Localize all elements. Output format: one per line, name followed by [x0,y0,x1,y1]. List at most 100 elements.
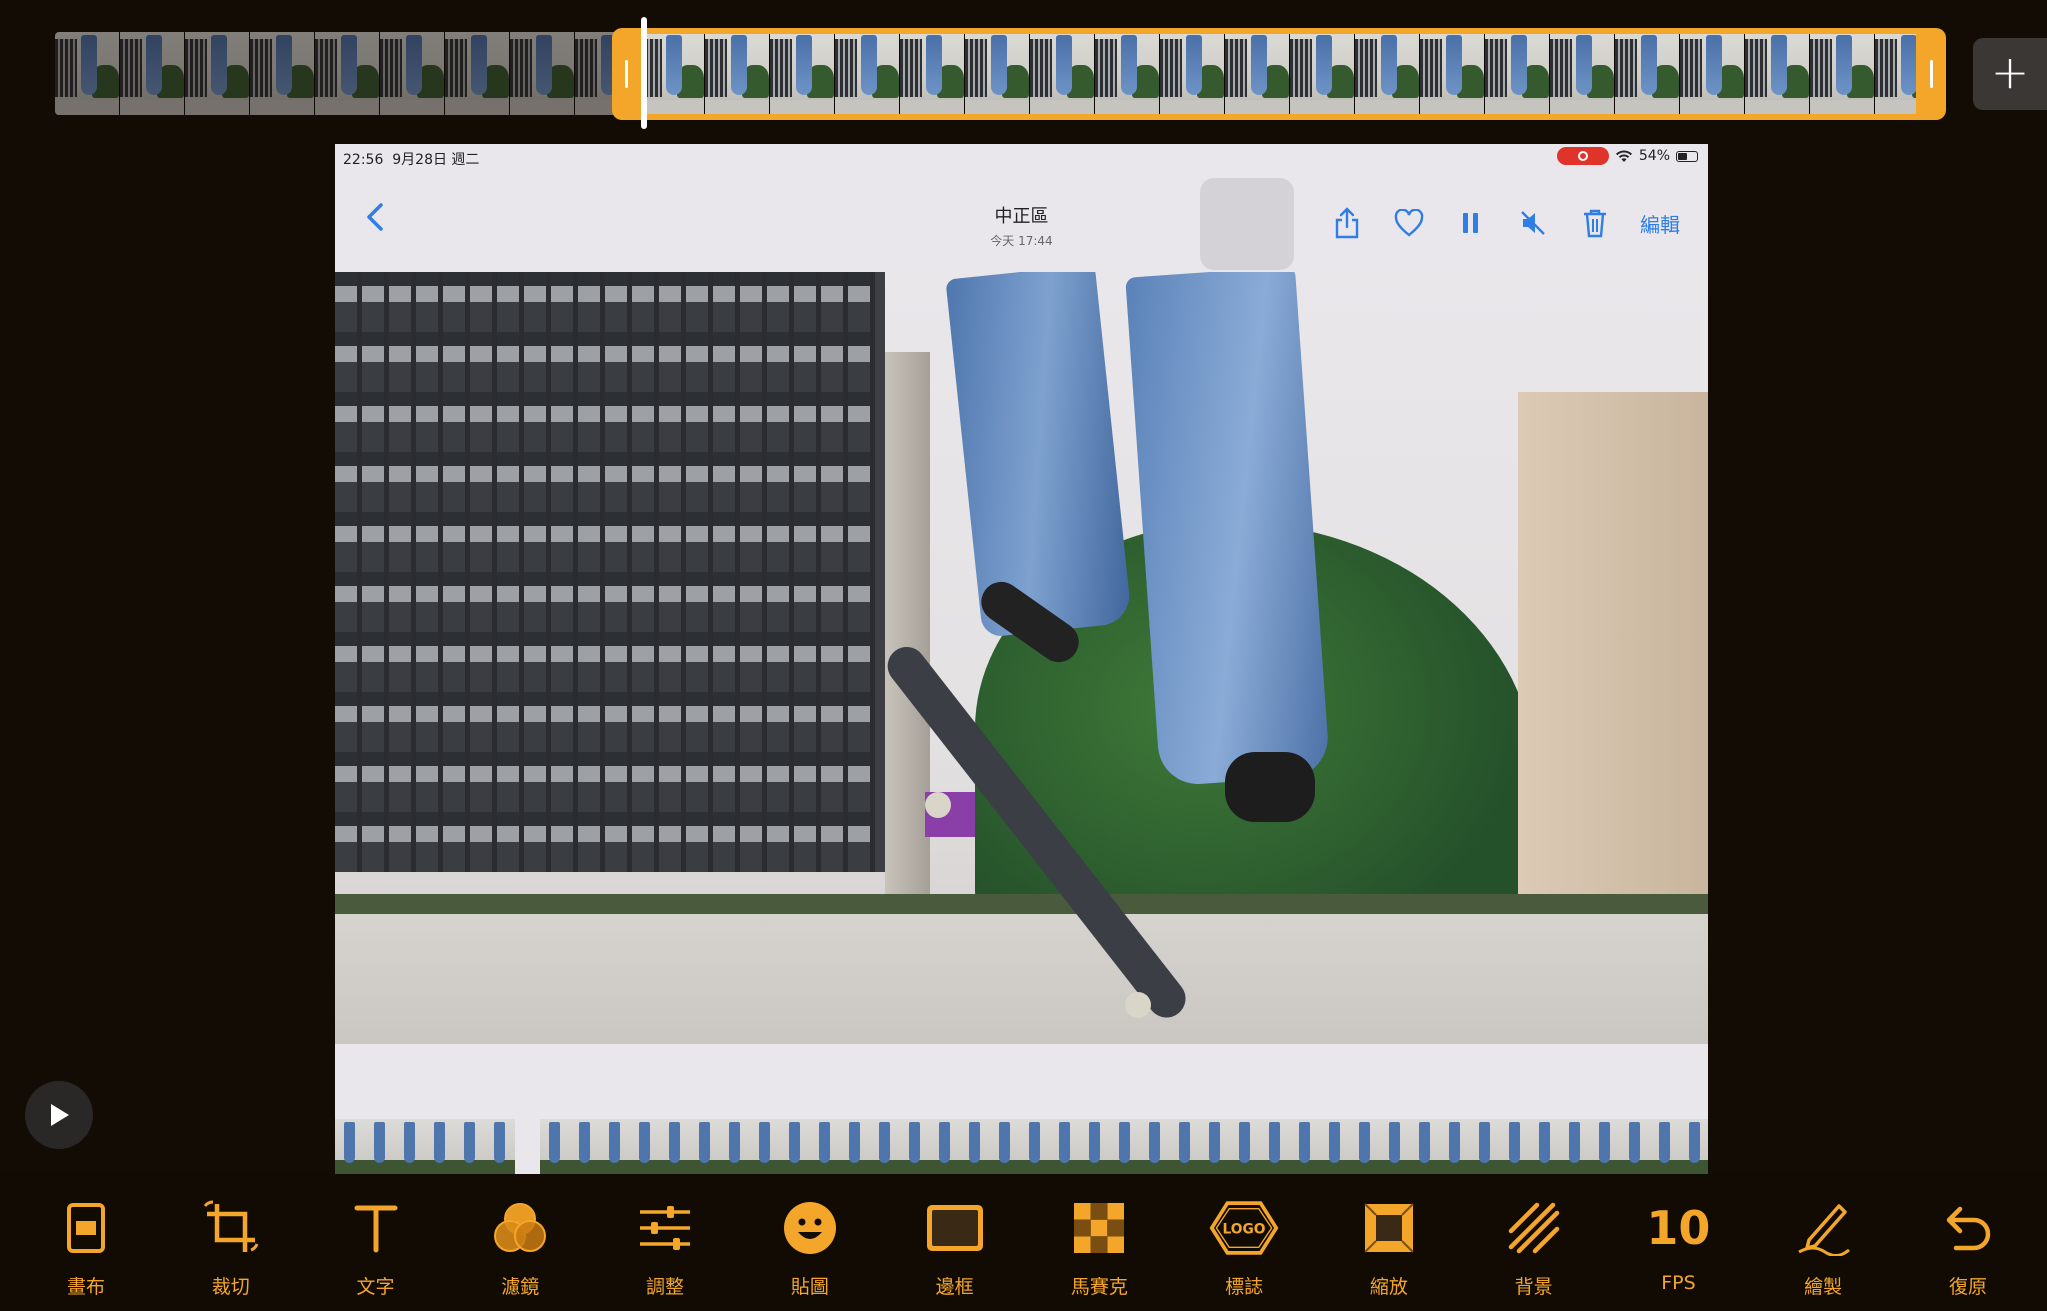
photo-thumbnail[interactable] [455,1119,485,1174]
adjust-sliders-icon [630,1196,700,1260]
tool-canvas[interactable]: 畫布 [30,1174,142,1311]
photo-thumbnail[interactable] [720,1119,750,1174]
trim-range-selector[interactable] [612,28,1946,120]
photo-thumbnail[interactable] [1380,1119,1410,1174]
tool-sticker[interactable]: 貼圖 [754,1174,866,1311]
photo-thumbnail[interactable] [900,1119,930,1174]
photo-thumbnail[interactable] [1620,1119,1650,1174]
photo-background-tower [885,352,930,912]
tool-logo[interactable]: LOGO 標誌 [1188,1174,1300,1311]
tool-filter[interactable]: 濾鏡 [464,1174,576,1311]
photo-thumbnail[interactable] [690,1119,720,1174]
tool-border[interactable]: 邊框 [899,1174,1011,1311]
photo-thumbnail[interactable] [930,1119,960,1174]
edit-button[interactable]: 編輯 [1640,209,1680,238]
photo-beige-building [1518,392,1708,912]
photo-wheel [1125,992,1151,1018]
preview-canvas[interactable]: 22:56 9月28日 週二 54% 中正區 今天 17:44 編輯 [335,144,1708,1174]
photo-thumbnail[interactable] [1410,1119,1440,1174]
photo-thumbnail[interactable] [1020,1119,1050,1174]
photo-thumbnail[interactable] [780,1119,810,1174]
photo-plaza-ground [335,914,1708,1044]
photo-thumbnail[interactable] [395,1119,425,1174]
draw-icon [1788,1196,1858,1260]
photo-thumbnail[interactable] [1500,1119,1530,1174]
fps-icon: 10 [1643,1196,1713,1260]
photo-thumbnail[interactable] [570,1119,600,1174]
mute-speaker-icon[interactable] [1516,206,1550,240]
photo-thumbnail[interactable] [960,1119,990,1174]
photo-thumbnail[interactable] [600,1119,630,1174]
tool-label: 濾鏡 [501,1276,540,1298]
tool-draw[interactable]: 繪製 [1767,1174,1879,1311]
tool-background[interactable]: 背景 [1478,1174,1590,1311]
gif-editor-app: + 22:56 9月28日 週二 54% 中正區 今天 17:44 編輯 畫布 … [0,0,2047,1311]
photo-thumbnail[interactable] [1440,1119,1470,1174]
tool-label: 裁切 [211,1276,250,1298]
add-clip-button[interactable]: + [1973,38,2047,110]
svg-text:LOGO: LOGO [1223,1222,1266,1238]
tool-label: 邊框 [935,1276,974,1298]
photo-thumbnail[interactable] [990,1119,1020,1174]
photo-thumbnail[interactable] [335,1119,365,1174]
photo-thumbnail[interactable] [810,1119,840,1174]
trim-end-handle[interactable] [1930,60,1933,88]
photo-office-building [335,272,885,872]
tool-text[interactable]: 文字 [320,1174,432,1311]
trim-start-handle[interactable] [625,60,628,88]
photo-thumbnail[interactable] [1650,1119,1680,1174]
photo-thumbnail-strip[interactable] [335,1119,1708,1174]
photo-thumbnail[interactable] [1530,1119,1560,1174]
photo-thumbnail[interactable] [1590,1119,1620,1174]
tool-label: 縮放 [1369,1276,1408,1298]
photo-shoe [1225,752,1315,822]
battery-icon [1676,150,1698,162]
photo-thumbnail[interactable] [1140,1119,1170,1174]
tool-undo[interactable]: 復原 [1912,1174,2024,1311]
photo-thumbnail[interactable] [1260,1119,1290,1174]
tool-fps[interactable]: 10 FPS [1622,1174,1734,1311]
border-icon [920,1196,990,1260]
undo-icon [1933,1196,2003,1260]
timeline[interactable]: + [0,0,2047,140]
share-icon[interactable] [1330,206,1364,240]
text-icon [341,1196,411,1260]
fps-value: 10 [1646,1201,1711,1255]
photo-thumbnail[interactable] [1080,1119,1110,1174]
photo-thumbnail[interactable] [540,1119,570,1174]
photo-thumbnail[interactable] [1200,1119,1230,1174]
tool-crop[interactable]: 裁切 [175,1174,287,1311]
photo-thumbnail[interactable] [425,1119,455,1174]
photo-thumbnail[interactable] [365,1119,395,1174]
photo-thumbnail[interactable] [1320,1119,1350,1174]
floating-thumbnail [1200,178,1294,270]
photo-thumbnail[interactable] [1110,1119,1140,1174]
wifi-icon [1615,150,1632,162]
timeline-playhead[interactable] [641,17,647,129]
tool-label: 繪製 [1804,1276,1843,1298]
pause-icon[interactable] [1454,206,1488,240]
zoom-icon [1354,1196,1424,1260]
photo-thumbnail[interactable] [840,1119,870,1174]
photo-thumbnail[interactable] [660,1119,690,1174]
photo-thumbnail[interactable] [1680,1119,1708,1174]
photo-thumbnail[interactable] [1470,1119,1500,1174]
photo-thumbnail[interactable] [750,1119,780,1174]
photo-thumbnail[interactable] [1290,1119,1320,1174]
photo-thumbnail[interactable] [1350,1119,1380,1174]
photo-thumbnail[interactable] [1170,1119,1200,1174]
tool-zoom[interactable]: 縮放 [1333,1174,1445,1311]
photo-thumbnail[interactable] [1050,1119,1080,1174]
photo-thumbnail[interactable] [630,1119,660,1174]
photo-thumbnail[interactable] [485,1119,515,1174]
play-button[interactable] [25,1081,93,1149]
photo-thumbnail[interactable] [1230,1119,1260,1174]
tool-adjust[interactable]: 調整 [609,1174,721,1311]
heart-icon[interactable] [1392,206,1426,240]
photo-thumbnail[interactable] [870,1119,900,1174]
photo-jeans-right-leg [1125,272,1331,787]
photo-thumbnail[interactable] [1560,1119,1590,1174]
trash-icon[interactable] [1578,206,1612,240]
tool-mosaic[interactable]: 馬賽克 [1043,1174,1155,1311]
thumbnail-gap [515,1119,540,1174]
